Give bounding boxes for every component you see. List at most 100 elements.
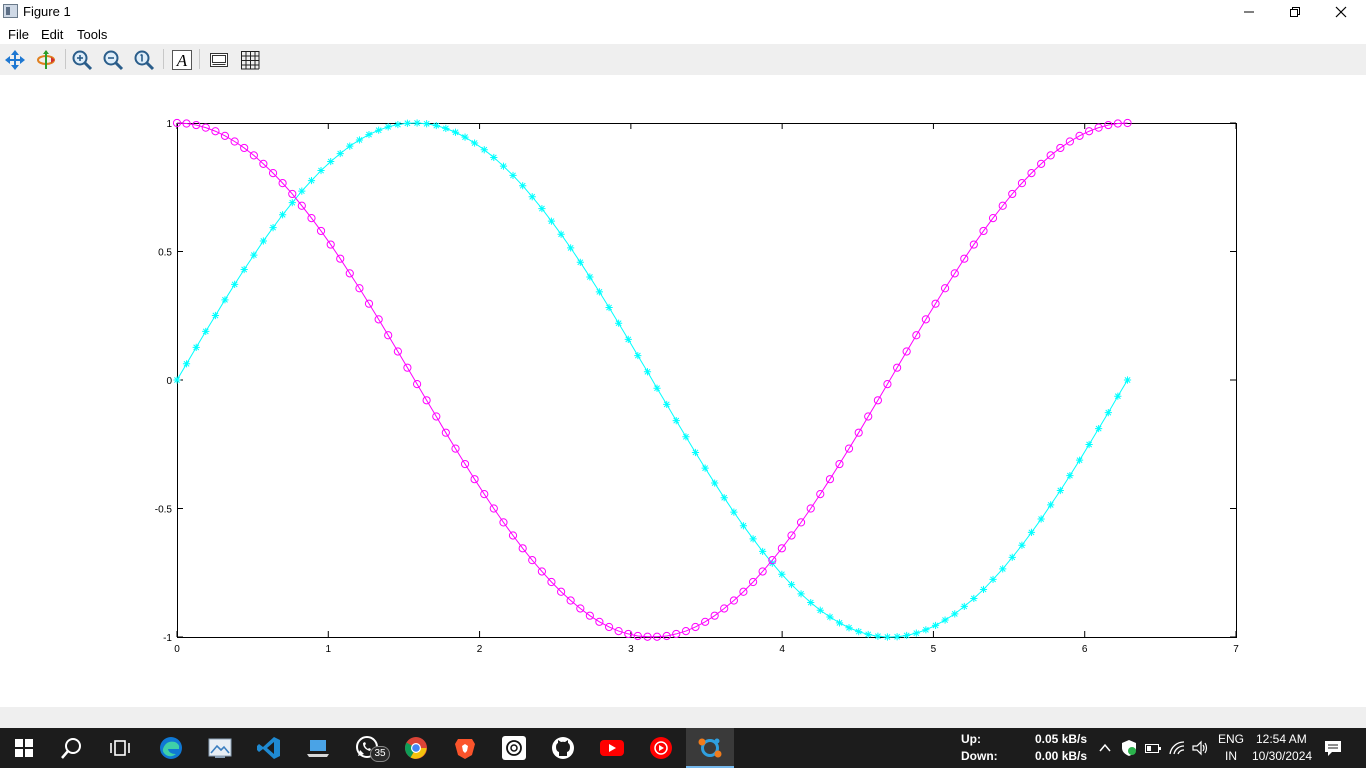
toolbar-separator bbox=[65, 49, 66, 69]
figure-canvas[interactable]: 0 1 2 3 4 5 6 7 -1 -0.5 0 0.5 1 bbox=[0, 75, 1366, 707]
tray-overflow-button[interactable] bbox=[1095, 732, 1115, 764]
app-icon bbox=[3, 4, 18, 18]
speaker-icon bbox=[1192, 740, 1208, 756]
menu-bar: File Edit Tools bbox=[0, 24, 1366, 44]
data-point bbox=[509, 171, 517, 180]
data-point bbox=[1066, 472, 1074, 480]
data-point bbox=[960, 602, 968, 611]
net-down-value: 0.00 kB/s bbox=[1035, 749, 1088, 763]
zoom-out-icon bbox=[103, 50, 124, 71]
data-point bbox=[346, 142, 354, 150]
chrome-icon bbox=[405, 737, 427, 759]
task-view-icon bbox=[110, 740, 130, 756]
x-tick-label: 7 bbox=[1233, 644, 1239, 655]
octave-icon bbox=[698, 738, 722, 758]
toggle-axes-button[interactable] bbox=[207, 48, 231, 72]
data-point bbox=[595, 288, 603, 296]
minimize-icon bbox=[1244, 11, 1254, 13]
zoom-reset-button[interactable] bbox=[132, 48, 156, 72]
data-point bbox=[403, 119, 412, 127]
rotate-button[interactable] bbox=[34, 48, 58, 72]
data-point bbox=[547, 217, 556, 225]
data-point bbox=[816, 606, 824, 614]
data-point bbox=[1056, 486, 1064, 495]
taskbar-chrome[interactable] bbox=[400, 732, 432, 764]
task-view-button[interactable] bbox=[104, 732, 136, 764]
data-point bbox=[1008, 553, 1016, 561]
x-tick-label: 5 bbox=[931, 644, 937, 655]
data-point bbox=[643, 368, 652, 376]
taskbar-photos[interactable] bbox=[204, 732, 236, 764]
grid-toggle-icon bbox=[241, 51, 260, 70]
language-code[interactable]: ENG bbox=[1218, 732, 1244, 746]
data-point bbox=[327, 157, 335, 166]
github-icon bbox=[552, 737, 574, 759]
data-point bbox=[355, 136, 364, 144]
toolbar-separator bbox=[199, 49, 200, 69]
language-region: IN bbox=[1225, 749, 1237, 763]
data-point bbox=[365, 130, 373, 139]
data-point bbox=[1018, 541, 1026, 549]
data-point bbox=[499, 162, 508, 170]
menu-edit[interactable]: Edit bbox=[41, 27, 63, 42]
taskbar-octave[interactable] bbox=[694, 732, 726, 764]
data-point bbox=[413, 119, 421, 127]
x-tick-label: 4 bbox=[779, 644, 785, 655]
security-tray[interactable] bbox=[1118, 732, 1140, 764]
data-point bbox=[787, 580, 796, 589]
menu-tools[interactable]: Tools bbox=[77, 27, 107, 42]
data-point bbox=[663, 400, 671, 409]
minimize-button[interactable] bbox=[1226, 0, 1272, 24]
search-button[interactable] bbox=[56, 732, 88, 764]
data-point bbox=[893, 633, 901, 641]
taskbar-brave[interactable] bbox=[449, 732, 481, 764]
data-point bbox=[883, 633, 892, 641]
data-point bbox=[298, 187, 306, 195]
start-button[interactable] bbox=[8, 732, 40, 764]
data-point bbox=[259, 237, 267, 245]
battery-tray[interactable] bbox=[1142, 732, 1164, 764]
close-icon bbox=[1335, 6, 1347, 18]
wifi-tray[interactable] bbox=[1166, 732, 1188, 764]
taskbar-chatgpt[interactable] bbox=[498, 732, 530, 764]
y-tick-label: 1 bbox=[166, 119, 172, 130]
rotate-icon bbox=[37, 50, 55, 69]
insert-text-button[interactable]: A bbox=[170, 48, 194, 72]
data-point bbox=[605, 303, 613, 312]
data-point bbox=[778, 570, 786, 578]
data-point bbox=[202, 327, 210, 336]
data-point bbox=[240, 265, 248, 274]
net-up-value: 0.05 kB/s bbox=[1035, 732, 1088, 746]
taskbar-github[interactable] bbox=[547, 732, 579, 764]
battery-icon bbox=[1145, 744, 1161, 753]
data-point bbox=[451, 128, 460, 136]
taskbar-laptop[interactable] bbox=[302, 732, 334, 764]
x-tick-label: 6 bbox=[1082, 644, 1088, 655]
title-bar: Figure 1 bbox=[0, 0, 1366, 24]
data-point bbox=[288, 199, 296, 207]
taskbar-vscode[interactable] bbox=[253, 732, 285, 764]
clock-time[interactable]: 12:54 AM bbox=[1256, 732, 1307, 746]
toggle-grid-button[interactable] bbox=[238, 48, 262, 72]
zoom-out-button[interactable] bbox=[101, 48, 125, 72]
close-button[interactable] bbox=[1318, 0, 1364, 24]
menu-file[interactable]: File bbox=[8, 27, 29, 42]
data-point bbox=[557, 230, 565, 238]
data-point bbox=[951, 610, 959, 618]
data-point bbox=[1027, 528, 1036, 537]
data-point bbox=[1104, 409, 1112, 417]
taskbar-youtube-music[interactable] bbox=[645, 732, 677, 764]
taskbar-edge[interactable] bbox=[155, 732, 187, 764]
restore-button[interactable] bbox=[1272, 0, 1318, 24]
pan-button[interactable] bbox=[3, 48, 27, 72]
zoom-in-button[interactable] bbox=[70, 48, 94, 72]
x-tick-label: 1 bbox=[326, 644, 332, 655]
data-point bbox=[941, 616, 949, 624]
vscode-icon bbox=[257, 737, 280, 759]
x-tick-label: 2 bbox=[477, 644, 483, 655]
volume-tray[interactable] bbox=[1189, 732, 1211, 764]
notifications-button[interactable] bbox=[1318, 732, 1348, 764]
menu-edit-label: Edit bbox=[41, 27, 64, 42]
taskbar-youtube[interactable] bbox=[596, 732, 628, 764]
data-point bbox=[624, 335, 632, 343]
